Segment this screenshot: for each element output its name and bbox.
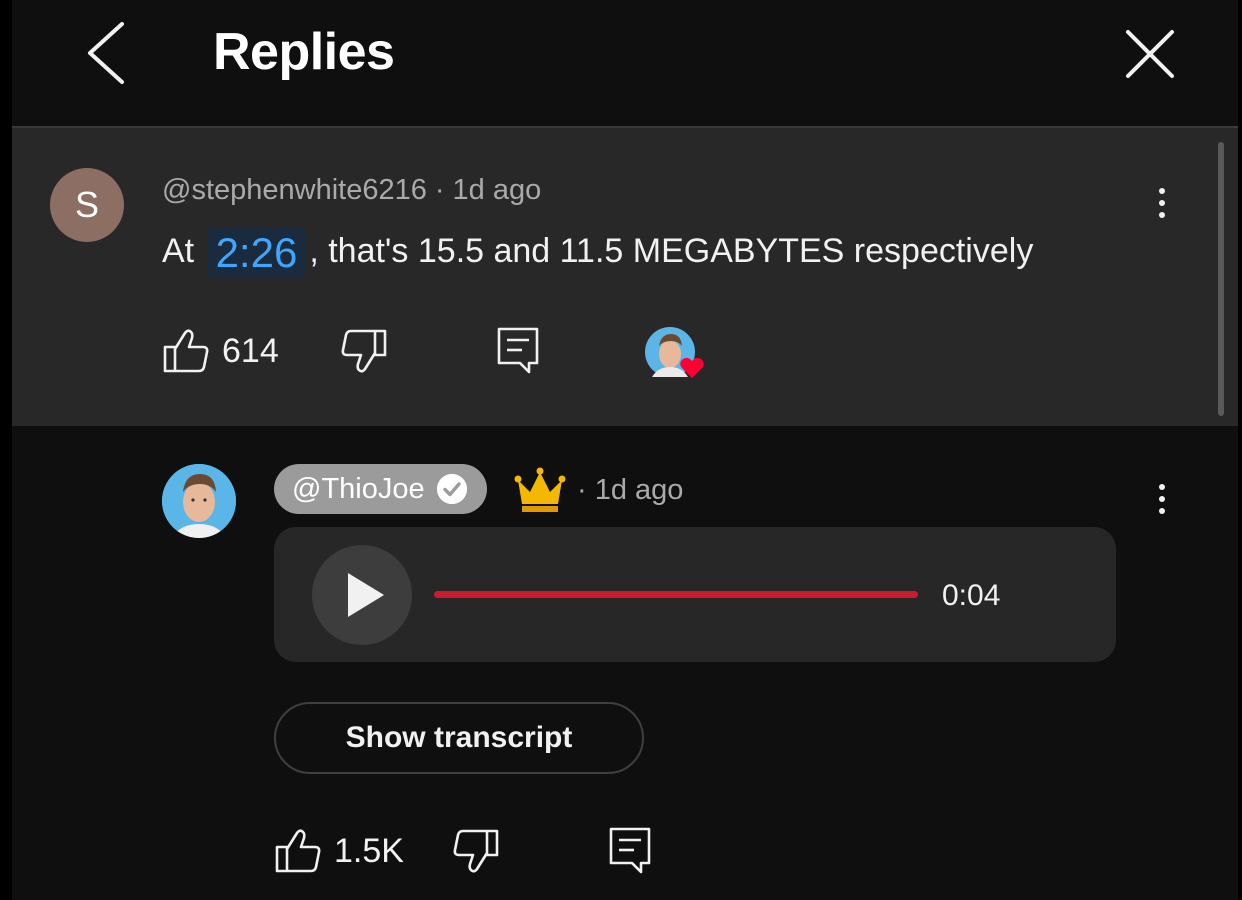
comment-text-suffix: , that's 15.5 and 11.5 MEGABYTES respect… — [309, 232, 1034, 270]
thumbs-down-icon — [341, 329, 387, 373]
page-title: Replies — [213, 23, 395, 81]
thumbs-up-icon — [163, 329, 209, 373]
reply-time: 1d ago — [594, 474, 684, 506]
chevron-left-icon — [88, 22, 124, 84]
reply-dislike-button[interactable] — [450, 828, 500, 874]
comment-text: At 2:26, that's 15.5 and 11.5 MEGABYTES … — [162, 228, 1033, 278]
comment-text-prefix: At — [162, 232, 195, 270]
audio-duration: 0:04 — [942, 579, 1001, 612]
author-chip[interactable]: @ThioJoe — [274, 464, 487, 514]
comment-meta: @stephenwhite6216 · 1d ago — [162, 174, 541, 207]
reply-button[interactable] — [496, 326, 540, 376]
comment-time: 1d ago — [452, 174, 542, 206]
audio-progress-bar[interactable] — [434, 591, 918, 598]
avatar-image — [162, 464, 236, 538]
dislike-button[interactable] — [338, 328, 388, 374]
reply-avatar[interactable] — [162, 464, 236, 538]
meta-separator: · — [434, 174, 445, 206]
thumbs-up-icon — [275, 829, 321, 873]
scrollbar[interactable] — [1218, 142, 1224, 416]
replies-panel: Replies S @stephenwhite6216 · 1d ago At 2:… — [12, 0, 1238, 900]
back-button[interactable] — [78, 20, 138, 86]
reply-meta: · 1d ago — [577, 474, 683, 507]
comment-icon — [609, 827, 651, 874]
author-handle[interactable]: @stephenwhite6216 — [162, 174, 427, 206]
play-button[interactable] — [312, 545, 412, 645]
play-icon — [348, 573, 384, 617]
verified-icon — [436, 474, 467, 504]
timestamp-link[interactable]: 2:26 — [207, 228, 306, 278]
close-button[interactable] — [1118, 22, 1182, 86]
avatar[interactable]: S — [50, 168, 124, 242]
close-icon — [1126, 30, 1174, 78]
reply-like-count: 1.5K — [334, 831, 404, 870]
reply-author-handle: @ThioJoe — [292, 472, 425, 505]
parent-comment: S @stephenwhite6216 · 1d ago At 2:26, that… — [12, 128, 1238, 426]
creator-heart-icon — [645, 327, 704, 378]
reply-menu-button[interactable] — [1152, 480, 1172, 524]
replies-header: Replies — [12, 0, 1238, 126]
reply-reply-button[interactable] — [608, 826, 652, 876]
meta-separator: · — [577, 474, 587, 506]
creator-heart — [644, 326, 714, 386]
crown-icon — [514, 467, 566, 512]
like-button[interactable]: 614 — [162, 328, 279, 374]
reply-like-button[interactable]: 1.5K — [274, 828, 404, 874]
like-count: 614 — [222, 331, 279, 370]
audio-player: 0:04 — [274, 527, 1116, 662]
thumbs-down-icon — [453, 829, 499, 873]
show-transcript-button[interactable]: Show transcript — [274, 702, 644, 774]
comment-menu-button[interactable] — [1152, 184, 1172, 228]
comment-icon — [497, 327, 539, 374]
